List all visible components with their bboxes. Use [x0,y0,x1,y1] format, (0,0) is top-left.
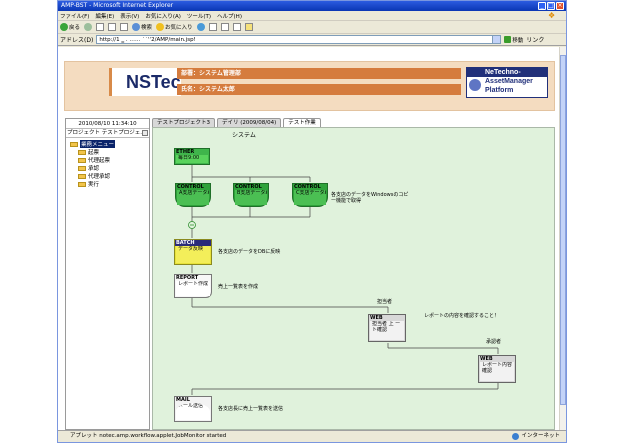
menu-file[interactable]: ファイル(F) [60,12,89,20]
folder-icon [78,149,86,155]
minimize-button[interactable]: _ [538,2,546,10]
tree-item-proxy-approve[interactable]: 代理承認 [70,172,149,180]
menu-edit[interactable]: 編集(E) [95,12,114,20]
favorites-button[interactable]: お気に入り [156,23,193,31]
project-select[interactable]: プロジェクト テストプロジェ... [66,129,149,138]
company-logo: NSTec [109,68,181,96]
product-logo: NeTechno- AssetManager Platform [466,67,548,98]
security-zone: インターネット [512,431,560,442]
title-bar: AMP-BST - Microsoft Internet Explorer _ … [58,1,566,11]
menu-bar: ファイル(F) 編集(E) 表示(V) お気に入り(A) ツール(T) ヘルプ(… [58,11,566,21]
vertical-scrollbar[interactable] [559,47,566,431]
department-label: 部署：システム管理部 [177,68,461,79]
header-banner: NSTec 部署：システム管理部 氏名：システム太郎 NeTechno- Ass… [64,61,555,111]
job-web-2[interactable]: WEB レポート内容確認 [478,355,516,383]
note-web: レポートの内容を確認すること！ [424,313,500,319]
toolbar: 戻る 検索 お気に入り [58,21,566,34]
search-button[interactable]: 検索 [132,23,152,31]
globe-icon [512,433,520,440]
folder-icon[interactable] [244,23,253,31]
menu-favorites[interactable]: お気に入り(A) [145,12,181,20]
back-button[interactable]: 戻る [60,23,80,31]
note-report: 売上一覧表を作成 [218,284,259,290]
chevron-down-icon[interactable] [142,130,148,136]
tree-item-execute[interactable]: 実行 [70,180,149,188]
edit-icon[interactable] [232,23,241,31]
stop-icon[interactable] [96,23,105,31]
note-person-2: 承認者 [486,339,502,345]
globe-icon [469,79,481,91]
back-arrow-icon [60,23,68,31]
note-control: 各支店のデータをWindowsのコピー機能で取得 [331,192,409,204]
tab-test-work[interactable]: テスト作業 [283,118,321,127]
tab-bar: テストプロジェクト3 デイリ (2009/08/04) テスト作業 [152,118,321,127]
maximize-button[interactable]: □ [547,2,555,10]
folder-icon [78,165,86,171]
folder-icon [78,173,86,179]
workflow-jobs: システム ETHER 毎日9:00 CONTROL A支店データ取得 CONTR… [152,127,555,430]
window-controls: _ □ × [538,2,564,10]
search-icon [132,23,141,31]
go-arrow-icon [504,36,512,43]
tree-item-approve[interactable]: 承認 [70,164,149,172]
job-report[interactable]: REPORT レポート作成 [174,274,212,298]
sidebar: 2010/08/10 11:34:10 プロジェクト テストプロジェ... 業務… [65,118,150,430]
history-icon[interactable] [196,23,205,31]
url-input[interactable]: http://1 ‗ . ‥‥‥ ˙˙ʼʼ2/AMP/main.jsp! [96,35,502,44]
job-control-b[interactable]: CONTROL B支店データ取得 [233,183,269,207]
address-label: アドレス(D) [60,37,94,44]
browser-window: AMP-BST - Microsoft Internet Explorer _ … [57,0,567,443]
current-datetime: 2010/08/10 11:34:10 [66,119,149,129]
status-bar: アプレット notec.amp.workflow.applet.JobMonit… [58,430,566,442]
tab-daily[interactable]: デイリ (2009/08/04) [217,118,282,127]
folder-icon [78,157,86,163]
tree-item-draft[interactable]: 起票 [70,148,149,156]
star-icon [156,23,165,31]
menu-tree: 業務メニュー 起票 代理起票 承認 代理承認 実行 [66,138,149,188]
menu-tools[interactable]: ツール(T) [187,12,211,20]
windows-logo-icon: ❖ [548,11,556,20]
tree-item-proxy-draft[interactable]: 代理起票 [70,156,149,164]
forward-arrow-icon[interactable] [84,23,93,31]
folder-icon [78,181,86,187]
status-text: アプレット notec.amp.workflow.applet.JobMonit… [70,433,227,439]
refresh-icon[interactable] [108,23,117,31]
address-bar: アドレス(D) http://1 ‗ . ‥‥‥ ˙˙ʼʼ2/AMP/main.… [58,34,566,46]
job-mail[interactable]: MAIL メール送信 [174,396,212,422]
job-web-1[interactable]: WEB 担当者 上 ート確認 [368,314,406,342]
menu-help[interactable]: ヘルプ(H) [217,12,242,20]
close-button[interactable]: × [556,2,564,10]
canvas-title: システム [232,132,256,139]
tree-root[interactable]: 業務メニュー [70,140,149,148]
links-button[interactable]: リンク [526,35,544,44]
note-person-1: 担当者 [377,299,393,305]
home-icon[interactable] [120,23,129,31]
window-title: AMP-BST - Microsoft Internet Explorer [61,2,174,9]
job-control-a[interactable]: CONTROL A支店データ取得 [175,183,211,207]
go-button[interactable]: 移動 [504,36,523,44]
menu-view[interactable]: 表示(V) [120,12,139,20]
user-name-label: 氏名：システム太郎 [177,84,461,95]
mail-icon[interactable] [208,23,217,31]
job-ether[interactable]: ETHER 毎日9:00 [174,148,210,165]
note-batch: 各支店のデータをDBに反映 [218,249,281,255]
tab-project[interactable]: テストプロジェクト3 [152,118,215,127]
job-control-c[interactable]: CONTROL C支店データ取得 [292,183,328,207]
note-mail: 各支店長に売上一覧表を送信 [218,406,284,412]
chevron-down-icon[interactable] [492,36,501,43]
print-icon[interactable] [220,23,229,31]
folder-open-icon [70,141,78,147]
job-batch[interactable]: BATCH データ反映 [174,239,212,265]
